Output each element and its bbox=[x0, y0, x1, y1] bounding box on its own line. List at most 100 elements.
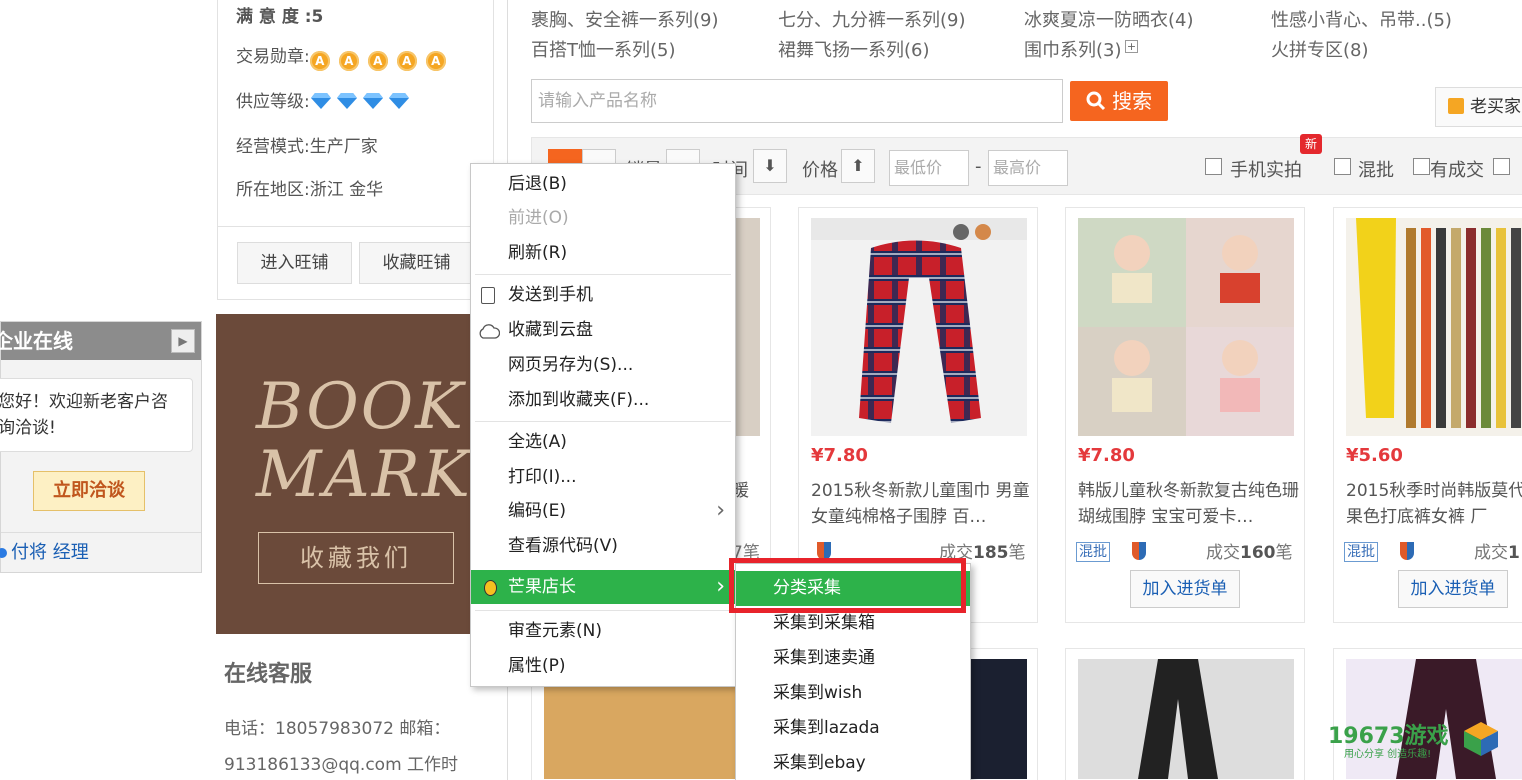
phone-photo-label[interactable]: 手机实拍 bbox=[1230, 156, 1302, 182]
menu-item-view-source[interactable]: 查看源代码(V) bbox=[471, 529, 735, 563]
product-title[interactable]: 2015秋冬新款儿童围巾 男童女童纯棉格子围脖 百… bbox=[811, 478, 1033, 532]
favorite-shop-button[interactable]: 收藏旺铺 bbox=[359, 242, 474, 284]
bookmark-us-button[interactable]: 收藏我们 bbox=[258, 532, 454, 584]
category-link[interactable]: 冰爽夏凉一防晒衣(4) bbox=[1024, 6, 1194, 32]
product-image[interactable] bbox=[1078, 659, 1294, 779]
diamond-icon bbox=[388, 93, 409, 109]
returning-buyer-button[interactable]: 老买家 bbox=[1435, 87, 1522, 127]
phone-photo-checkbox[interactable] bbox=[1205, 158, 1222, 175]
mixed-tag[interactable]: 混批 bbox=[1076, 542, 1110, 562]
deals-count: 185 bbox=[973, 543, 1009, 563]
add-to-cart-button[interactable]: 加入进货单 bbox=[1398, 570, 1508, 608]
menu-item-properties[interactable]: 属性(P) bbox=[471, 649, 735, 683]
menu-item-mango[interactable]: 芒果店长 › bbox=[471, 570, 735, 604]
collapse-arrow-icon[interactable]: ▶ bbox=[171, 329, 195, 353]
menu-item-label: 编码(E) bbox=[508, 501, 567, 521]
menu-item-save-page[interactable]: 网页另存为(S)... bbox=[471, 348, 735, 382]
category-link[interactable]: 围巾系列(3) bbox=[1024, 36, 1122, 62]
menu-item-add-favorites[interactable]: 添加到收藏夹(F)... bbox=[471, 383, 735, 417]
medal-icon: A bbox=[396, 51, 417, 71]
add-to-cart-button[interactable]: 加入进货单 bbox=[1130, 570, 1240, 608]
mixed-tag[interactable]: 混批 bbox=[1344, 542, 1378, 562]
product-title[interactable]: 韩版儿童秋冬新款复古纯色珊瑚绒围脖 宝宝可爱卡… bbox=[1078, 478, 1300, 532]
submenu-item-wish[interactable]: 采集到wish bbox=[736, 676, 970, 711]
menu-item-forward[interactable]: 前进(O) bbox=[471, 201, 735, 235]
greeting-line: 您好！欢迎新老客户咨 bbox=[0, 392, 168, 412]
diamond-icon bbox=[336, 93, 357, 109]
product-image[interactable] bbox=[1346, 218, 1522, 436]
category-link[interactable]: 百搭T恤一系列(5) bbox=[531, 36, 676, 62]
product-card[interactable] bbox=[1333, 648, 1522, 780]
bookmark-banner[interactable]: BOOK MARK 收藏我们 bbox=[216, 314, 478, 634]
medal-icon: A bbox=[367, 51, 388, 71]
menu-item-select-all[interactable]: 全选(A) bbox=[471, 425, 735, 459]
search-icon bbox=[1086, 91, 1105, 111]
chevron-right-icon: › bbox=[716, 498, 725, 523]
extra-checkbox[interactable] bbox=[1493, 158, 1510, 175]
product-image[interactable] bbox=[811, 218, 1027, 436]
product-title[interactable]: 2015秋季时尚韩版莫代分糖果色打底裤女裤 厂 bbox=[1346, 478, 1522, 532]
menu-item-encoding[interactable]: 编码(E) › bbox=[471, 494, 735, 528]
supply-label: 供应等级: bbox=[236, 92, 310, 112]
submenu-item-lazada[interactable]: 采集到lazada bbox=[736, 711, 970, 746]
search-button[interactable]: 搜索 bbox=[1070, 81, 1168, 121]
arrow-down-icon[interactable]: ⬇ bbox=[753, 149, 787, 183]
guarantee-shield-icon bbox=[1400, 542, 1414, 560]
submenu-item-aliexpress[interactable]: 采集到速卖通 bbox=[736, 641, 970, 676]
menu-item-send-to-phone[interactable]: 发送到手机 bbox=[471, 278, 735, 312]
online-chat-widget: 企业在线 ▶ 您好！欢迎新老客户咨 询洽谈! 立即洽谈 付将 经理 bbox=[0, 321, 202, 573]
max-price-input[interactable]: 最高价 bbox=[988, 150, 1068, 186]
new-badge: 新 bbox=[1300, 134, 1322, 154]
product-price: ¥5.60 bbox=[1346, 445, 1403, 466]
menu-item-inspect[interactable]: 审查元素(N) bbox=[471, 614, 735, 648]
submenu-item-ebay[interactable]: 采集到ebay bbox=[736, 746, 970, 780]
deals-count: 1 bbox=[1508, 543, 1520, 563]
product-price: ¥7.80 bbox=[811, 445, 868, 466]
expand-plus-icon[interactable]: + bbox=[1125, 40, 1138, 53]
category-link[interactable]: 裙舞飞扬一系列(6) bbox=[778, 36, 930, 62]
context-menu: 后退(B) 前进(O) 刷新(R) 发送到手机 收藏到云盘 网页另存为(S)..… bbox=[470, 163, 736, 687]
mixed-checkbox[interactable] bbox=[1334, 158, 1351, 175]
chat-contact[interactable]: 付将 经理 bbox=[0, 532, 201, 572]
menu-item-refresh[interactable]: 刷新(R) bbox=[471, 236, 735, 270]
category-link[interactable]: 火拼专区(8) bbox=[1271, 36, 1369, 62]
deals-count: 160 bbox=[1240, 543, 1276, 563]
bookmark-title-line: BOOK bbox=[256, 370, 465, 444]
menu-item-save-cloud[interactable]: 收藏到云盘 bbox=[471, 313, 735, 347]
cloud-icon bbox=[479, 324, 500, 339]
chat-header: 企业在线 ▶ bbox=[0, 322, 201, 360]
product-card[interactable]: ¥7.80 韩版儿童秋冬新款复古纯色珊瑚绒围脖 宝宝可爱卡… 混批 成交160笔… bbox=[1065, 207, 1305, 623]
dealt-label[interactable]: 有成交 bbox=[1430, 156, 1484, 182]
enter-shop-button[interactable]: 进入旺铺 bbox=[237, 242, 352, 284]
business-mode-text: 经营模式:生产厂家 bbox=[236, 137, 378, 157]
category-link[interactable]: 裹胸、安全裤一系列(9) bbox=[531, 6, 719, 32]
deals-prefix: 成交 bbox=[1206, 543, 1240, 563]
medal-icon: A bbox=[309, 51, 330, 71]
start-chat-button[interactable]: 立即洽谈 bbox=[33, 471, 145, 511]
bookmark-title-line: MARK bbox=[256, 438, 472, 512]
region-text: 所在地区:浙江 金华 bbox=[236, 180, 384, 200]
dealt-checkbox[interactable] bbox=[1413, 158, 1430, 175]
menu-item-print[interactable]: 打印(I)... bbox=[471, 460, 735, 494]
arrow-up-icon[interactable]: ⬆ bbox=[841, 149, 875, 183]
product-search-input[interactable]: 请输入产品名称 bbox=[531, 79, 1063, 123]
menu-item-back[interactable]: 后退(B) bbox=[471, 167, 735, 201]
chat-greeting: 您好！欢迎新老客户咨 询洽谈! bbox=[0, 378, 193, 452]
category-link[interactable]: 七分、九分裤一系列(9) bbox=[778, 6, 966, 32]
category-link[interactable]: 性感小背心、吊带..(5) bbox=[1271, 6, 1452, 32]
product-deals: 成交160笔 bbox=[1206, 538, 1293, 563]
min-price-input[interactable]: 最低价 bbox=[889, 150, 969, 186]
list-icon bbox=[1448, 98, 1464, 114]
highlight-box bbox=[729, 558, 966, 613]
medal-icon: A bbox=[338, 51, 359, 71]
mixed-label[interactable]: 混批 bbox=[1358, 156, 1394, 182]
sort-price-label[interactable]: 价格 bbox=[802, 156, 838, 182]
watermark-slogan: 用心分享 创造乐趣! bbox=[1344, 749, 1432, 760]
price-dash: - bbox=[975, 156, 982, 177]
product-card[interactable]: ¥5.60 2015秋季时尚韩版莫代分糖果色打底裤女裤 厂 混批 成交1 加入进… bbox=[1333, 207, 1522, 623]
contact-name[interactable]: 付将 经理 bbox=[11, 542, 89, 563]
product-image[interactable] bbox=[1078, 218, 1294, 436]
product-card[interactable] bbox=[1065, 648, 1305, 780]
service-contact-line: 913186133@qq.com 工作时 bbox=[224, 755, 459, 775]
deals-prefix: 成交 bbox=[1474, 543, 1508, 563]
